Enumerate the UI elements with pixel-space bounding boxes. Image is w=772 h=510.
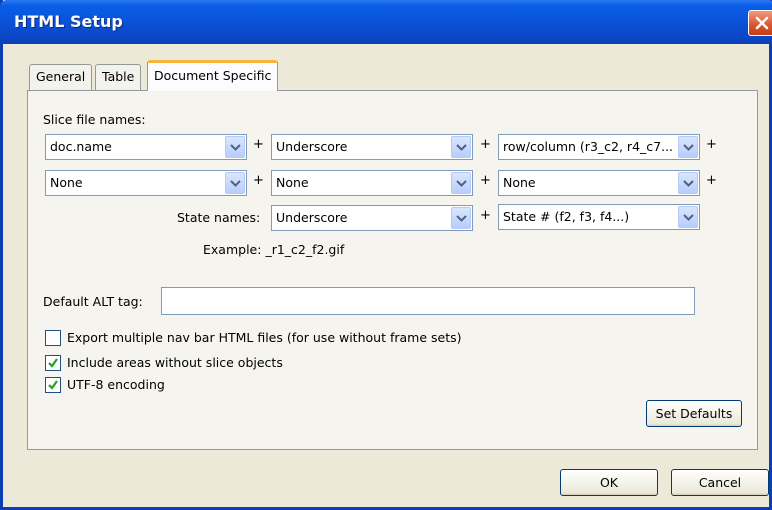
slice-name-select-6[interactable]: None <box>498 170 700 196</box>
slice-name-select-2[interactable]: Underscore <box>271 134 473 160</box>
close-button[interactable] <box>748 10 772 36</box>
plus-sign: + <box>253 137 264 152</box>
chevron-down-icon[interactable] <box>678 172 698 194</box>
plus-sign: + <box>480 137 491 152</box>
state-name-select-2[interactable]: State # (f2, f3, f4...) <box>498 204 700 230</box>
slice-file-names-label: Slice file names: <box>43 112 146 127</box>
plus-sign: + <box>480 173 491 188</box>
tab-document-specific[interactable]: Document Specific <box>147 60 279 91</box>
slice-name-select-3[interactable]: row/column (r3_c2, r4_c7... <box>498 134 700 160</box>
slice-name-select-2-value: Underscore <box>276 139 348 154</box>
slice-name-select-1-value: doc.name <box>50 139 112 154</box>
default-alt-tag-input[interactable] <box>161 287 695 315</box>
export-nav-bar-checkbox[interactable] <box>45 330 61 346</box>
plus-sign: + <box>253 173 264 188</box>
tab-general-label: General <box>36 69 86 84</box>
example-value: _r1_c2_f2.gif <box>265 242 345 257</box>
utf8-encoding-label[interactable]: UTF-8 encoding <box>67 377 165 392</box>
chevron-down-icon[interactable] <box>225 172 245 194</box>
plus-sign: + <box>706 173 717 188</box>
plus-sign: + <box>706 137 717 152</box>
example-text: Example: _r1_c2_f2.gif <box>203 242 344 257</box>
state-name-select-1[interactable]: Underscore <box>271 205 473 231</box>
chevron-down-icon[interactable] <box>225 136 245 158</box>
utf8-encoding-checkbox[interactable] <box>45 377 61 393</box>
checkmark-icon <box>48 358 58 368</box>
tab-document-specific-label: Document Specific <box>154 68 272 83</box>
default-alt-tag-label: Default ALT tag: <box>43 294 143 309</box>
close-icon <box>755 16 769 30</box>
checkmark-icon <box>48 380 58 390</box>
title-bar[interactable]: HTML Setup <box>0 0 772 44</box>
chevron-down-icon[interactable] <box>451 207 471 229</box>
include-areas-checkbox[interactable] <box>45 355 61 371</box>
state-names-label: State names: <box>177 210 261 225</box>
chevron-down-icon[interactable] <box>451 172 471 194</box>
chevron-down-icon[interactable] <box>451 136 471 158</box>
state-name-select-1-value: Underscore <box>276 210 348 225</box>
state-name-select-2-value: State # (f2, f3, f4...) <box>503 209 630 224</box>
export-nav-bar-label[interactable]: Export multiple nav bar HTML files (for … <box>67 330 461 345</box>
plus-sign: + <box>480 208 491 223</box>
slice-name-select-4-value: None <box>50 175 83 190</box>
include-areas-label[interactable]: Include areas without slice objects <box>67 355 283 370</box>
slice-name-select-1[interactable]: doc.name <box>45 134 247 160</box>
chevron-down-icon[interactable] <box>678 136 698 158</box>
tab-table[interactable]: Table <box>95 64 142 90</box>
window-title: HTML Setup <box>14 12 123 31</box>
tab-general[interactable]: General <box>29 64 93 90</box>
cancel-button[interactable]: Cancel <box>671 469 769 496</box>
chevron-down-icon[interactable] <box>678 206 698 228</box>
ok-button[interactable]: OK <box>560 469 658 496</box>
slice-name-select-4[interactable]: None <box>45 170 247 196</box>
slice-name-select-5-value: None <box>276 175 309 190</box>
slice-name-select-5[interactable]: None <box>271 170 473 196</box>
slice-name-select-3-value: row/column (r3_c2, r4_c7... <box>503 139 674 154</box>
slice-name-select-6-value: None <box>503 175 536 190</box>
set-defaults-button[interactable]: Set Defaults <box>646 400 742 427</box>
html-setup-dialog: HTML Setup General Table Document Specif… <box>0 0 772 510</box>
tab-table-label: Table <box>102 69 135 84</box>
example-label: Example: <box>203 242 262 257</box>
